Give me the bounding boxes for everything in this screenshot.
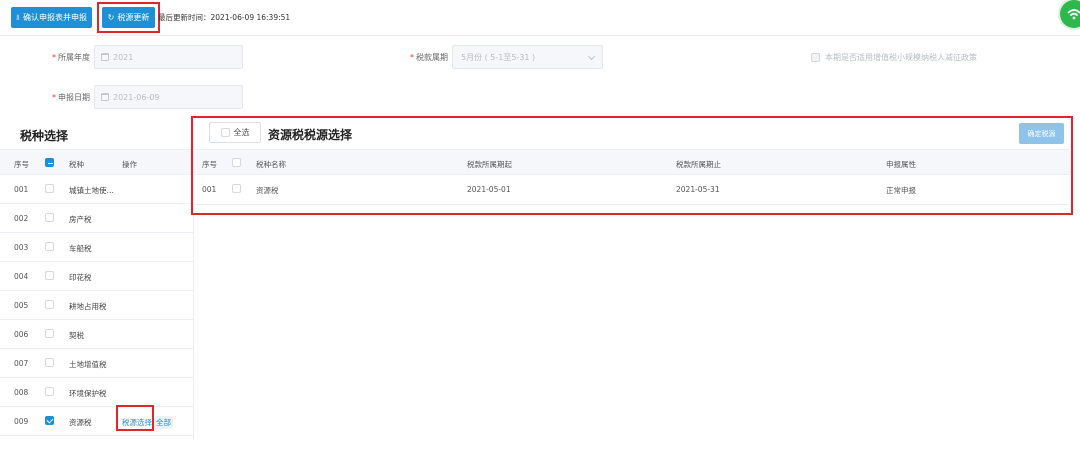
small-taxpayer-option[interactable]: 本期是否适用增值税小规模纳税人减征政策	[811, 52, 977, 63]
calendar-icon	[101, 93, 109, 101]
last-update-text: 最后更新时间：2021-06-09 16:39:51	[158, 13, 291, 22]
year-field[interactable]: 2021	[94, 45, 243, 69]
confirm-tax-source-button[interactable]: 确定税源	[1019, 123, 1064, 144]
list-item[interactable]: 005 耕地占用税	[0, 291, 193, 320]
all-tag[interactable]: 全部	[154, 416, 173, 429]
list-item[interactable]: 002 房产税	[0, 204, 193, 233]
wifi-icon[interactable]	[1060, 0, 1080, 28]
chevron-down-icon	[587, 52, 596, 61]
year-label: * 所属年度	[52, 53, 90, 62]
period-select[interactable]: 5月份 ( 5-1至5-31 )	[452, 45, 603, 69]
list-item[interactable]: 006 契税	[0, 320, 193, 349]
tax-type-checkbox[interactable]	[45, 242, 54, 251]
declare-date-field[interactable]: 2021-06-09	[94, 85, 243, 109]
row-checkbox[interactable]	[232, 184, 241, 193]
header-source-checkbox[interactable]	[232, 158, 241, 167]
submit-icon: ⫫	[16, 13, 20, 21]
list-item[interactable]: 004 印花税	[0, 262, 193, 291]
refresh-tax-source-button[interactable]: ↻ 税源更新	[102, 7, 155, 28]
date-label: * 申报日期	[52, 93, 90, 102]
select-all-tax-checkbox[interactable]	[45, 158, 54, 167]
tax-source-table-header: 序号 税种名称 税款所属期起 税款所属期止 申报属性	[194, 149, 1070, 175]
list-item[interactable]: 007 土地增值税	[0, 349, 193, 378]
select-all-sources-checkbox[interactable]	[220, 128, 230, 137]
list-item[interactable]: 008 环境保护税	[0, 378, 193, 407]
tax-type-table-header: 序号 税种 操作	[0, 149, 193, 175]
small-taxpayer-checkbox[interactable]	[811, 53, 820, 62]
period-label: * 税款属期	[410, 53, 448, 62]
tax-type-checkbox[interactable]	[45, 213, 54, 222]
list-item[interactable]: 001 城镇土地使…	[0, 175, 193, 204]
tax-type-checkbox[interactable]	[45, 416, 54, 425]
tax-type-panel-title: 税种选择	[20, 129, 69, 143]
tax-type-checkbox[interactable]	[45, 358, 54, 367]
tax-type-checkbox[interactable]	[45, 184, 54, 193]
tax-source-panel-title: 资源税税源选择	[268, 128, 353, 142]
tax-type-checkbox[interactable]	[45, 329, 54, 338]
refresh-icon: ↻	[107, 13, 115, 22]
list-item[interactable]: 003 车船税	[0, 233, 193, 262]
calendar-icon	[101, 53, 109, 61]
confirm-submit-button[interactable]: ⫫ 确认申报表并申报	[11, 7, 92, 28]
tax-type-checkbox[interactable]	[45, 300, 54, 309]
tax-type-checkbox[interactable]	[45, 271, 54, 280]
list-item[interactable]: 009 资源税 税源选择 全部	[0, 407, 193, 436]
tax-type-checkbox[interactable]	[45, 387, 54, 396]
select-all-sources[interactable]: 全选	[209, 122, 261, 143]
toolbar-divider	[0, 35, 1080, 36]
table-row[interactable]: 001 资源税 2021-05-01 2021-05-31 正常申报	[194, 175, 1070, 205]
tax-source-select-link[interactable]: 税源选择	[122, 417, 152, 428]
